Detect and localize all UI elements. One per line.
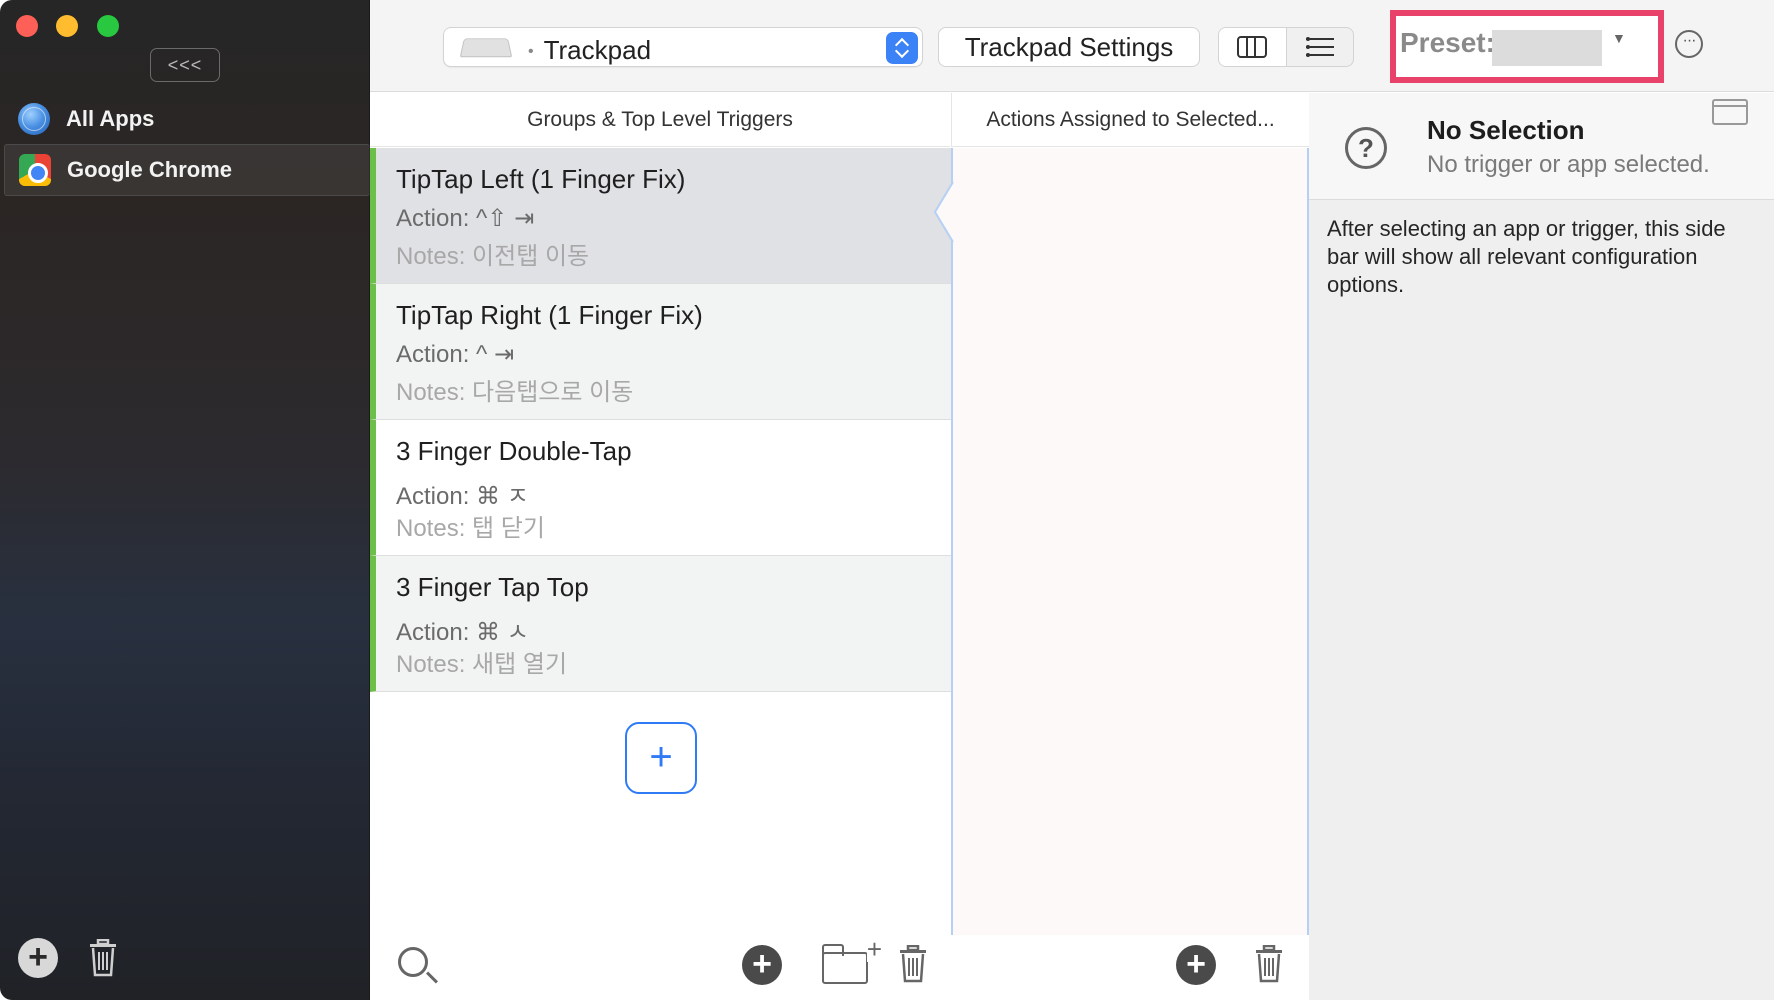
trigger-row[interactable]: 3 Finger Double-Tap Action: ⌘ ㅈ Notes: 탭… (370, 420, 951, 556)
chevron-down-icon: ▼ (1612, 30, 1626, 46)
list-icon (1305, 37, 1334, 57)
trigger-notes: Notes: 탭 닫기 (396, 515, 545, 542)
question-mark-icon: ? (1345, 127, 1387, 169)
collapse-sidebar-button[interactable]: <<< (150, 48, 220, 82)
inspector-header: ? No Selection No trigger or app selecte… (1309, 93, 1774, 200)
trigger-notes: Notes: 이전탭 이동 (396, 243, 590, 270)
trackpad-settings-button[interactable]: Trackpad Settings (938, 27, 1200, 67)
trigger-notes: Notes: 다음탭으로 이동 (396, 379, 634, 406)
inspector-panel: ? No Selection No trigger or app selecte… (1309, 93, 1774, 1000)
preset-label: Preset: (1400, 27, 1495, 58)
trigger-row[interactable]: TipTap Left (1 Finger Fix) Action: ^⇧ ⇥ … (370, 148, 951, 284)
selection-pointer-icon (933, 182, 962, 242)
search-icon[interactable] (398, 947, 428, 977)
trash-icon[interactable] (1254, 945, 1284, 983)
triggers-column-header: Groups & Top Level Triggers (370, 93, 950, 147)
sidebar-toolbar: + (18, 938, 118, 978)
inspector-title: No Selection (1427, 115, 1585, 145)
trigger-action: Action: ⌘ ㅅ (396, 619, 529, 646)
trash-icon[interactable] (88, 939, 118, 977)
trigger-list: TipTap Left (1 Finger Fix) Action: ^⇧ ⇥ … (370, 148, 951, 692)
actions-list-area[interactable] (951, 148, 1309, 935)
preset-value (1492, 30, 1602, 66)
add-action-icon[interactable]: + (1176, 945, 1216, 985)
bullet-icon: • (528, 43, 534, 61)
sidebar-item-label: All Apps (66, 106, 155, 131)
trigger-notes: Notes: 새탭 열기 (396, 651, 568, 678)
new-group-folder-icon[interactable] (822, 936, 882, 984)
chrome-icon (17, 152, 53, 188)
sidebar-item-all-apps[interactable]: All Apps (4, 93, 370, 145)
columns-icon (1237, 36, 1268, 58)
trigger-row[interactable]: 3 Finger Tap Top Action: ⌘ ㅅ Notes: 새탭 열… (370, 556, 951, 692)
preset-selector[interactable]: Preset: ▼ (1390, 10, 1664, 83)
trackpad-icon (459, 38, 513, 58)
main-toolbar: • Trackpad Trackpad Settings Preset: ▼ ··… (370, 0, 1774, 92)
view-mode-segmented-control (1218, 27, 1354, 67)
trigger-title: 3 Finger Double-Tap (396, 436, 632, 466)
trigger-action: Action: ^⇧ ⇥ (396, 205, 535, 232)
actions-column-header: Actions Assigned to Selected... (951, 93, 1309, 147)
window-icon[interactable] (1712, 99, 1748, 125)
add-trigger-button[interactable]: + (625, 722, 697, 794)
list-view-button[interactable] (1287, 28, 1354, 66)
trigger-row[interactable]: TipTap Right (1 Finger Fix) Action: ^ ⇥ … (370, 284, 951, 420)
sidebar-item-google-chrome[interactable]: Google Chrome (4, 144, 370, 196)
more-options-icon[interactable]: ··· (1675, 30, 1703, 58)
inspector-help-text: After selecting an app or trigger, this … (1327, 216, 1726, 297)
add-trigger-icon[interactable]: + (742, 945, 782, 985)
device-label: Trackpad (543, 35, 652, 65)
trigger-title: 3 Finger Tap Top (396, 572, 589, 602)
trigger-action: Action: ⌘ ㅈ (396, 483, 529, 510)
inspector-subtitle: No trigger or app selected. (1427, 151, 1710, 178)
column-view-button[interactable] (1219, 28, 1287, 66)
app-sidebar: <<< All Apps Google Chrome + (0, 0, 370, 1000)
trash-icon[interactable] (898, 945, 928, 983)
device-type-select[interactable]: • Trackpad (443, 27, 923, 67)
trigger-title: TipTap Right (1 Finger Fix) (396, 300, 703, 330)
add-app-button[interactable]: + (18, 938, 58, 978)
trigger-action: Action: ^ ⇥ (396, 341, 515, 368)
actions-toolbar: + (951, 935, 1309, 1000)
trigger-title: TipTap Left (1 Finger Fix) (396, 164, 686, 194)
chevron-updown-icon[interactable] (886, 32, 918, 64)
minimize-window-button[interactable] (56, 15, 78, 37)
sidebar-item-label: Google Chrome (67, 157, 233, 182)
close-window-button[interactable] (16, 15, 38, 37)
globe-icon (18, 103, 50, 135)
triggers-toolbar: + (370, 935, 951, 1000)
zoom-window-button[interactable] (97, 15, 119, 37)
